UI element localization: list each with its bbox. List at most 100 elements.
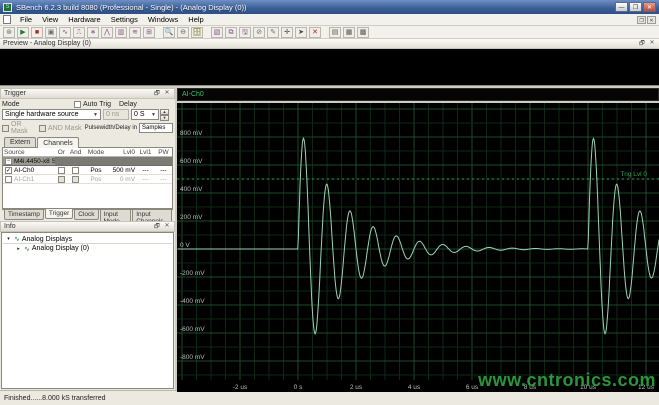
pulsewidth-label: Pulsewidth/Delay in [85, 125, 137, 131]
preview-display-icon[interactable]: ▣ [45, 27, 57, 38]
tab-clock[interactable]: Clock [74, 210, 98, 220]
svg-text:-400 mV: -400 mV [180, 298, 205, 305]
delay-stepper[interactable]: ▲ ▼ [160, 109, 169, 120]
trigger-channel-table: SourceOrAndModeLvl0Lvl1PW−M4i.4450-x8 S.… [2, 147, 173, 209]
menu-hardware[interactable]: Hardware [63, 14, 106, 25]
tab-trigger[interactable]: Trigger [45, 209, 73, 219]
mode-label: Mode [2, 101, 74, 108]
close-icon[interactable]: ✕ [163, 89, 171, 99]
and-checkbox [72, 176, 79, 183]
data-table-icon[interactable]: ▩ [357, 27, 369, 38]
info-tree: ▾∿Analog Displays▸∿Analog Display (0) [1, 232, 174, 389]
and-checkbox[interactable] [72, 167, 79, 174]
channel-enable-checkbox[interactable] [5, 167, 12, 174]
edit-icon[interactable]: ✎ [267, 27, 279, 38]
multi-display-icon[interactable]: ⊞ [143, 27, 155, 38]
waveform-icon: ∿ [14, 235, 20, 243]
crosshair-icon[interactable]: ✛ [281, 27, 293, 38]
cursor-icon[interactable]: ➤ [295, 27, 307, 38]
svg-text:-800 mV: -800 mV [180, 354, 205, 361]
plot-background [177, 103, 659, 392]
info-panel-header: Info 🗗 ✕ [0, 221, 175, 232]
toolbar-separator [156, 27, 162, 38]
stop-acquisition-icon[interactable]: ■ [31, 27, 43, 38]
status-bar: Finished......8.000 kS transferred [0, 390, 659, 405]
mdi-restore-icon[interactable]: ❐ [637, 16, 646, 24]
info-table-icon[interactable]: ▤ [329, 27, 341, 38]
preview-panel-header: Preview - Analog Display (0) 🗗 ✕ [0, 39, 659, 49]
channel-enable-checkbox[interactable] [5, 176, 12, 183]
tree-item-analog-display-0-[interactable]: ▸∿Analog Display (0) [3, 244, 172, 253]
close-icon[interactable]: ✕ [163, 222, 171, 232]
maximize-button[interactable]: ❐ [629, 2, 642, 12]
collapsed-arrow-icon[interactable]: ▸ [15, 246, 22, 252]
delay-select[interactable]: 0 S ▼ [131, 109, 159, 120]
trigger-mode-select[interactable]: Single hardware source ▼ [2, 109, 101, 120]
xy-display-icon[interactable]: ∗ [87, 27, 99, 38]
calc-icon[interactable]: ⊘ [253, 27, 265, 38]
menu-file[interactable]: File [15, 14, 37, 25]
channel-row-ai-ch0[interactable]: AI-Ch0Pos500 mV------ [3, 166, 172, 175]
analog-display-icon[interactable]: ∿ [59, 27, 71, 38]
close-icon[interactable]: ✕ [648, 39, 656, 49]
main-area: Trigger 🗗 ✕ Mode Auto Trig Delay Single … [0, 88, 659, 390]
group-cell [109, 157, 136, 165]
title-bar: S SBench 6.2.3 build 8080 (Professional … [0, 0, 659, 14]
svg-text:0 V: 0 V [180, 242, 190, 249]
export-data-icon[interactable]: 🗄 [191, 27, 203, 38]
delete-icon[interactable]: ✕ [309, 27, 321, 38]
menu-settings[interactable]: Settings [106, 14, 143, 25]
fft-display-icon[interactable]: ⋀ [101, 27, 113, 38]
tab-timestamp[interactable]: Timestamp [4, 210, 44, 220]
channel-table-icon[interactable]: ▦ [343, 27, 355, 38]
svg-text:600 mV: 600 mV [180, 158, 203, 165]
lvl1-cell: --- [136, 175, 155, 183]
left-sidebar: Trigger 🗗 ✕ Mode Auto Trig Delay Single … [0, 88, 177, 390]
channel-row-ai-ch1[interactable]: AI-Ch1Pos0 mV------ [3, 175, 172, 184]
preview-display-area[interactable] [0, 49, 659, 86]
undock-icon[interactable]: 🗗 [153, 222, 161, 232]
spin-down-icon[interactable]: ▼ [160, 115, 169, 121]
new-display-icon[interactable]: ▧ [211, 27, 223, 38]
menu-help[interactable]: Help [183, 14, 208, 25]
card-group-row[interactable]: −M4i.4450-x8 S... [3, 157, 172, 166]
close-button[interactable]: ✕ [643, 2, 656, 12]
tab-extern[interactable]: Extern [4, 137, 36, 147]
group-cell [68, 157, 83, 165]
histogram-display-icon[interactable]: ▥ [115, 27, 127, 38]
group-cell [136, 157, 155, 165]
zoom-in-icon[interactable]: 🔍 [163, 27, 175, 38]
pulsewidth-unit-select[interactable]: Samples [139, 123, 173, 133]
undock-icon[interactable]: 🗗 [153, 89, 161, 99]
auto-trig-label: Auto Trig [83, 101, 119, 108]
duplicate-display-icon[interactable]: ⧉ [225, 27, 237, 38]
save-display-icon[interactable]: 🖫 [239, 27, 251, 38]
lvl0-cell[interactable]: 0 mV [109, 175, 136, 183]
waveform-plot[interactable]: Trig Lvl 0800 mV600 mV400 mV200 mV0 V-20… [177, 103, 659, 392]
mode-cell[interactable]: Pos [83, 175, 108, 183]
undock-icon[interactable]: 🗗 [638, 39, 646, 49]
app-icon: S [3, 3, 12, 12]
or-checkbox[interactable] [58, 167, 65, 174]
svg-text:800 mV: 800 mV [180, 130, 203, 137]
auto-trig-checkbox[interactable] [74, 101, 81, 108]
expanded-arrow-icon[interactable]: ▾ [5, 236, 12, 242]
status-text: Finished......8.000 kS transferred [4, 395, 106, 402]
tree-item-analog-displays[interactable]: ▾∿Analog Displays [3, 235, 172, 244]
lvl0-cell[interactable]: 500 mV [109, 166, 136, 174]
group-collapse-checkbox[interactable]: − [5, 158, 12, 165]
mdi-close-icon[interactable]: ✕ [647, 16, 656, 24]
spectrum-display-icon[interactable]: ≋ [129, 27, 141, 38]
card-settings-icon[interactable]: ⊛ [3, 27, 15, 38]
mode-cell[interactable]: Pos [83, 166, 108, 174]
digital-display-icon[interactable]: ⎍ [73, 27, 85, 38]
zoom-out-icon[interactable]: ⊖ [177, 27, 189, 38]
menu-windows[interactable]: Windows [143, 14, 183, 25]
trigger-panel-body: Mode Auto Trig Delay Single hardware sou… [0, 99, 175, 220]
start-acquisition-icon[interactable]: ▶ [17, 27, 29, 38]
svg-text:400 mV: 400 mV [180, 186, 203, 193]
channel-enable-cell: AI-Ch1 [3, 175, 55, 183]
tab-channels[interactable]: Channels [37, 137, 79, 148]
menu-view[interactable]: View [37, 14, 63, 25]
minimize-button[interactable]: — [615, 2, 628, 12]
